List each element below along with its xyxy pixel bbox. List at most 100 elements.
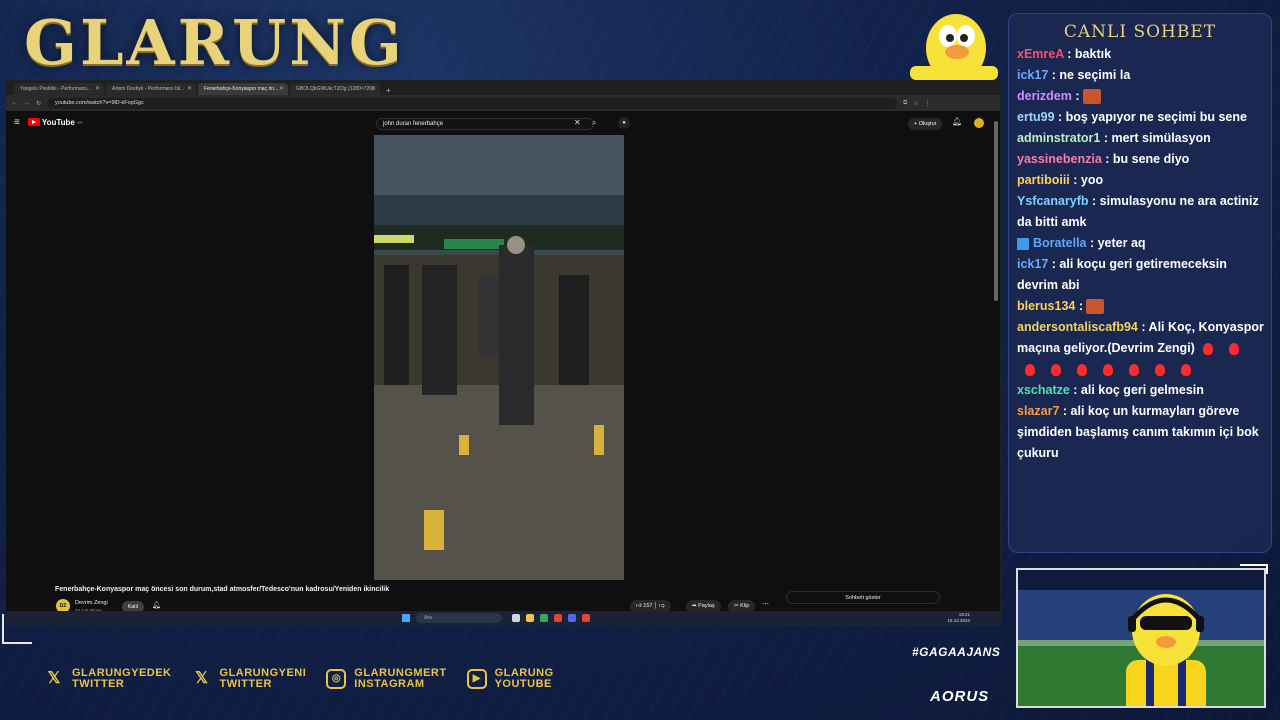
close-icon[interactable]: ✕ bbox=[187, 85, 192, 92]
chat-username[interactable]: yassinebenzia bbox=[1017, 152, 1102, 166]
chat-message: adminstrator1 : mert simülasyon bbox=[1017, 128, 1267, 149]
create-button[interactable]: + Oluştur bbox=[908, 118, 943, 130]
share-label: Paylaş bbox=[698, 603, 715, 609]
search-icon[interactable]: ⌕ bbox=[592, 118, 596, 128]
live-chat-panel: CANLI SOHBET xEmreA : baktık ick17 : ne s… bbox=[1008, 13, 1272, 553]
url-field[interactable]: youtube.com/watch?v=9lD-kFopGgc bbox=[47, 97, 898, 109]
account-avatar[interactable] bbox=[974, 118, 984, 128]
page-scrollbar[interactable] bbox=[994, 121, 998, 301]
clear-search-icon[interactable]: ✕ bbox=[574, 118, 581, 127]
heart-emote-icon bbox=[1202, 342, 1213, 355]
chat-username[interactable]: xschatze bbox=[1017, 383, 1070, 397]
chat-message: slazar7 : ali koç un kurmayları göreve ş… bbox=[1017, 401, 1267, 464]
system-clock[interactable]: 19:21 15.12.2023 bbox=[947, 612, 970, 624]
cam-frame-corner bbox=[1240, 564, 1268, 574]
search-input[interactable]: john duran fenerbahçe bbox=[376, 118, 594, 130]
video-player[interactable] bbox=[374, 135, 624, 580]
chat-separator: : bbox=[1048, 257, 1060, 271]
microphone-icon[interactable]: ● bbox=[618, 117, 630, 129]
chat-messages: xEmreA : baktık ick17 : ne seçimi la deriz… bbox=[1017, 44, 1267, 464]
show-chat-button[interactable]: Sohbeti göster bbox=[786, 591, 940, 604]
tab-2[interactable]: Artem Dovbyk - Performans bil... ✕ bbox=[106, 83, 196, 95]
tab-3-active[interactable]: Fenerbahçe-Konyaspor maç ön... ✕ bbox=[198, 83, 288, 95]
chat-message: ick17 : ne seçimi la bbox=[1017, 65, 1267, 86]
close-icon[interactable]: ✕ bbox=[95, 85, 100, 92]
heart-emote-icon bbox=[1181, 363, 1191, 376]
chat-message: partiboiii : yoo bbox=[1017, 170, 1267, 191]
chat-username[interactable]: andersontaliscafb94 bbox=[1017, 320, 1138, 334]
webcam-feed bbox=[1016, 568, 1266, 708]
youtube-logo[interactable]: YouTube TR bbox=[27, 117, 82, 127]
forward-icon[interactable]: → bbox=[24, 100, 30, 106]
chat-separator: : bbox=[1088, 194, 1100, 208]
chat-text: bu sene diyo bbox=[1112, 152, 1190, 166]
chat-separator: : bbox=[1059, 404, 1071, 418]
chat-username[interactable]: partiboiii bbox=[1017, 173, 1070, 187]
chat-username[interactable]: xEmreA bbox=[1017, 47, 1064, 61]
thumbs-down-icon[interactable]: 👎︎ bbox=[659, 603, 665, 609]
chat-username[interactable]: adminstrator1 bbox=[1017, 131, 1100, 145]
chat-username[interactable]: derizdem bbox=[1017, 89, 1072, 103]
social-label: GLARUNG YOUTUBE bbox=[495, 668, 554, 690]
new-tab-button[interactable]: + bbox=[382, 86, 395, 95]
video-frame bbox=[374, 135, 624, 580]
hamburger-menu-icon[interactable]: ≡ bbox=[14, 117, 20, 128]
app-icon[interactable] bbox=[582, 614, 590, 622]
chat-message: ertu99 : boş yapıyor ne seçimi bu sene bbox=[1017, 107, 1267, 128]
notifications-bell-icon[interactable]: 🔔︎ bbox=[952, 117, 962, 126]
chat-text: ne seçimi la bbox=[1059, 68, 1131, 82]
mascot-webcam-illustration bbox=[1126, 594, 1206, 706]
create-label: Oluştur bbox=[918, 121, 937, 127]
bookmark-star-icon[interactable]: ☆ bbox=[913, 100, 918, 107]
chat-username[interactable]: slazar7 bbox=[1017, 404, 1059, 418]
windows-start-icon[interactable] bbox=[402, 614, 410, 622]
taskbar-search[interactable]: Ara bbox=[416, 613, 502, 623]
chat-username[interactable]: ick17 bbox=[1017, 68, 1048, 82]
menu-icon[interactable]: ⋮ bbox=[925, 100, 931, 107]
tab-bar: Yangelo Pavlidis - Performans... ✕ Artem … bbox=[6, 81, 1000, 95]
chat-separator: : bbox=[1071, 89, 1083, 103]
youtube-icon: ▶ bbox=[466, 669, 487, 689]
social-links: 𝕏 GLARUNGYEDEK TWITTER 𝕏 GLARUNGYENI TWITTER ◎… bbox=[44, 668, 554, 690]
chat-username[interactable]: Boratella bbox=[1033, 236, 1087, 250]
subscription-bell-icon[interactable]: 🔔︎ bbox=[152, 601, 161, 609]
task-view-icon[interactable] bbox=[512, 614, 520, 622]
chat-username[interactable]: ertu99 bbox=[1017, 110, 1055, 124]
more-actions-icon[interactable]: ⋯ bbox=[762, 600, 769, 608]
tab-1[interactable]: Yangelo Pavlidis - Performans... ✕ bbox=[14, 83, 104, 95]
chat-text: mert simülasyon bbox=[1111, 131, 1211, 145]
tab-4[interactable]: GBOLQbGWUkcTZOg (1280×720) ✕ bbox=[290, 83, 380, 95]
chat-username[interactable]: ick17 bbox=[1017, 257, 1048, 271]
browser-window: Yangelo Pavlidis - Performans... ✕ Artem … bbox=[5, 80, 1001, 626]
chat-emote-icon bbox=[1086, 299, 1105, 315]
extensions-icon[interactable]: ⧉ bbox=[903, 100, 907, 107]
brave-icon[interactable] bbox=[554, 614, 562, 622]
reload-icon[interactable]: ↻ bbox=[36, 100, 41, 107]
close-icon[interactable]: ✕ bbox=[279, 85, 284, 92]
heart-emote-icon bbox=[1129, 363, 1139, 376]
chat-separator: : bbox=[1063, 47, 1075, 61]
social-label: GLARUNGYENI TWITTER bbox=[220, 668, 307, 690]
chrome-icon[interactable] bbox=[540, 614, 548, 622]
video-title: Fenerbahçe-Konyaspor maç öncesi son duru… bbox=[55, 586, 390, 593]
heart-emote-icon bbox=[1025, 363, 1035, 376]
chat-text: yeter aq bbox=[1097, 236, 1146, 250]
channel-name[interactable]: Devrim Zengi bbox=[75, 600, 108, 606]
instagram-icon: ◎ bbox=[326, 669, 347, 689]
x-icon: 𝕏 bbox=[47, 670, 61, 687]
chat-separator: : bbox=[1069, 173, 1081, 187]
tab-label: Yangelo Pavlidis - Performans... bbox=[20, 86, 92, 92]
chat-username[interactable]: Ysfcanaryfb bbox=[1017, 194, 1089, 208]
tab-label: GBOLQbGWUkcTZOg (1280×720) bbox=[296, 86, 374, 92]
youtube-wordmark: YouTube bbox=[41, 117, 75, 127]
like-count: 157 bbox=[643, 603, 653, 609]
chat-separator: : bbox=[1101, 152, 1113, 166]
file-explorer-icon[interactable] bbox=[526, 614, 534, 622]
social-label: GLARUNGMERT INSTAGRAM bbox=[354, 668, 446, 690]
close-icon[interactable]: ✕ bbox=[371, 85, 376, 92]
chat-username[interactable]: blerus134 bbox=[1017, 299, 1075, 313]
windows-taskbar: Ara 19:21 15.12.2023 bbox=[6, 611, 1000, 625]
discord-icon[interactable] bbox=[568, 614, 576, 622]
heart-emote-icon bbox=[1228, 342, 1239, 355]
back-icon[interactable]: ← bbox=[12, 100, 18, 106]
